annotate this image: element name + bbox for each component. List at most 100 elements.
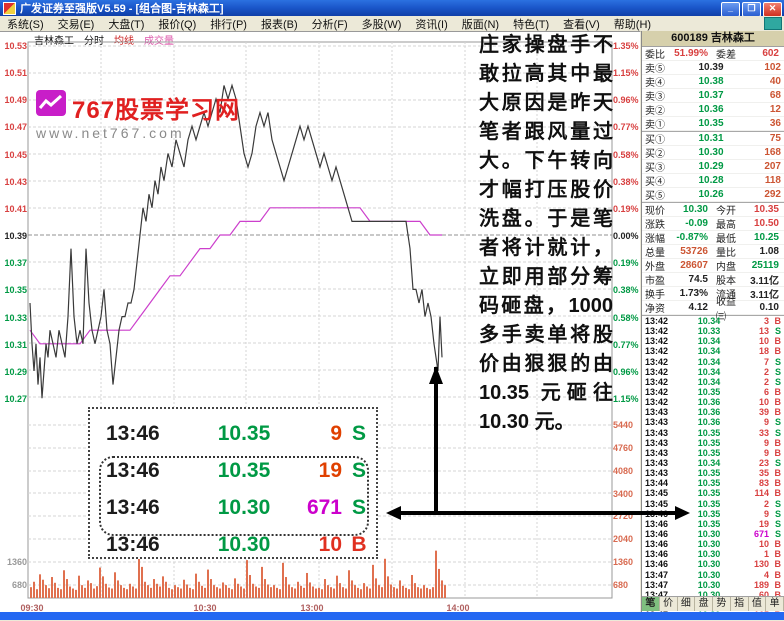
tick-time: 13:47: [645, 570, 679, 580]
axis-label: 0.38%: [613, 285, 640, 295]
stat-value: -0.87%: [671, 232, 710, 243]
menu-item[interactable]: 特色(T): [506, 16, 556, 32]
tick-time: 13:46: [645, 549, 679, 559]
quote-tab-盘[interactable]: 盘: [695, 597, 713, 611]
axis-label: 1.15%: [613, 68, 640, 78]
menu-item[interactable]: 版面(N): [455, 16, 506, 32]
tick-time: 13:46: [645, 509, 679, 519]
axis-label: 10.31: [1, 340, 27, 350]
tick-volume: 10: [739, 539, 769, 549]
bid-row: 买⑤10.26292: [642, 188, 784, 202]
tick-row: 13:4710.30189B: [642, 580, 784, 590]
tick-price: 10.33: [679, 326, 739, 336]
magnified-trade-row: 13:4610.359S: [90, 415, 376, 452]
menu-item[interactable]: 分析(F): [305, 16, 355, 32]
level-price: 10.26: [675, 189, 747, 200]
app-icon[interactable]: [3, 2, 16, 15]
magnified-trade-table: 13:4610.359S13:4610.3519S13:4610.30671S1…: [88, 407, 378, 559]
trade-time: 13:46: [90, 422, 192, 446]
quote-tab-势[interactable]: 势: [713, 597, 731, 611]
panel-toggle-widget[interactable]: [764, 17, 782, 30]
tick-time: 13:46: [645, 559, 679, 569]
quote-tab-细[interactable]: 细: [678, 597, 696, 611]
tick-time: 13:42: [645, 387, 679, 397]
tick-price: 10.35: [679, 499, 739, 509]
tick-side: B: [769, 559, 781, 569]
tick-volume: 1: [739, 549, 769, 559]
tick-row: 13:4310.3535B: [642, 468, 784, 478]
trade-volume: 671: [296, 496, 342, 520]
tick-side: S: [769, 428, 781, 438]
axis-label: 2040: [613, 534, 640, 544]
tick-volume: 2: [739, 377, 769, 387]
quote-tab-价[interactable]: 价: [660, 597, 678, 611]
restore-button[interactable]: ❐: [742, 2, 761, 17]
tick-time: 13:42: [645, 346, 679, 356]
tick-volume: 6: [739, 387, 769, 397]
ask-row: 卖①10.3536: [642, 117, 784, 131]
stat-value: 10.35: [742, 204, 781, 215]
minimize-button[interactable]: _: [721, 2, 740, 17]
tick-row: 13:4210.3610B: [642, 397, 784, 407]
level-price: 10.35: [675, 118, 747, 129]
bottom-status-strip: [0, 612, 784, 620]
quote-tab-单[interactable]: 单: [766, 597, 784, 611]
trade-price: 10.30: [192, 533, 296, 557]
weicha-value: 602: [742, 48, 781, 59]
tick-side: B: [769, 336, 781, 346]
axis-label: 4080: [613, 466, 640, 476]
tick-price: 10.30: [679, 539, 739, 549]
tick-time: 13:45: [645, 488, 679, 498]
tick-side: S: [769, 326, 781, 336]
stat-label: 涨幅: [645, 230, 671, 245]
tick-side: S: [769, 357, 781, 367]
tick-volume: 13: [739, 326, 769, 336]
tick-volume: 33: [739, 428, 769, 438]
tick-price: 10.30: [679, 570, 739, 580]
menu-item[interactable]: 交易(E): [51, 16, 102, 32]
tick-row: 13:4310.359B: [642, 438, 784, 448]
ask-row: 卖③10.3768: [642, 89, 784, 103]
tick-side: B: [769, 549, 781, 559]
tick-side: S: [769, 377, 781, 387]
stat-value: 10.50: [742, 218, 781, 229]
menu-item[interactable]: 大盘(T): [101, 16, 151, 32]
quote-tab-指[interactable]: 指: [731, 597, 749, 611]
quote-tab-笔[interactable]: 笔: [642, 597, 660, 611]
menu-item[interactable]: 系统(S): [0, 16, 51, 32]
magnified-trade-row: 13:4610.3519S: [90, 452, 376, 489]
tick-price: 10.35: [679, 478, 739, 488]
tick-side: S: [769, 417, 781, 427]
close-button[interactable]: ✕: [763, 2, 782, 17]
tick-side: B: [769, 438, 781, 448]
stat-label: 市盈: [645, 272, 671, 287]
axis-label: 680: [613, 580, 640, 590]
stat-row: 总量53726量比1.08: [642, 245, 784, 259]
stat-label: 净资: [645, 300, 671, 315]
tick-volume: 9: [739, 438, 769, 448]
tick-list[interactable]: 13:4210.343B13:4210.3313S13:4210.3410B13…: [642, 315, 784, 621]
level-label: 卖①: [645, 116, 675, 131]
axis-label: 10.33: [1, 313, 27, 323]
menu-bar: 系统(S)交易(E)大盘(T)报价(Q)排行(P)报表(B)分析(F)多股(W)…: [0, 16, 784, 32]
stat-value: 25119: [742, 260, 781, 271]
menu-item[interactable]: 报表(B): [254, 16, 305, 32]
axis-label: 10.45: [1, 150, 27, 160]
menu-item[interactable]: 排行(P): [203, 16, 254, 32]
menu-item[interactable]: 多股(W): [355, 16, 409, 32]
stat-label: 换手: [645, 286, 671, 301]
tick-row: 13:4210.342S: [642, 377, 784, 387]
menu-item[interactable]: 帮助(H): [607, 16, 658, 32]
menu-item[interactable]: 查看(V): [556, 16, 607, 32]
menu-item[interactable]: 资讯(I): [408, 16, 454, 32]
level-price: 10.30: [675, 147, 747, 158]
tick-side: B: [769, 387, 781, 397]
quote-tab-值[interactable]: 值: [749, 597, 767, 611]
tick-price: 10.34: [679, 316, 739, 326]
axis-label: 1.35%: [613, 41, 640, 51]
bid-row: 买④10.28118: [642, 174, 784, 188]
tick-volume: 2: [739, 367, 769, 377]
tick-price: 10.34: [679, 377, 739, 387]
axis-label: 10.53: [1, 41, 27, 51]
menu-item[interactable]: 报价(Q): [151, 16, 203, 32]
